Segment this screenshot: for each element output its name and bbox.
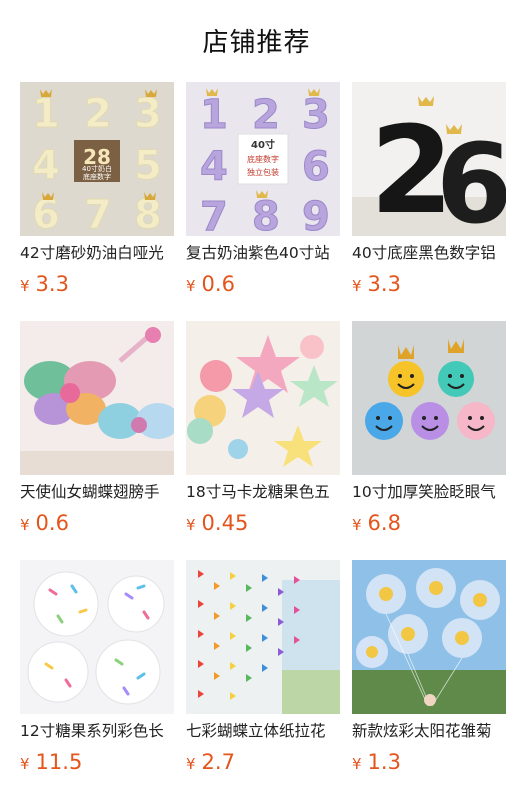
paper-butterfly-garland-icon	[186, 560, 340, 714]
price-value: 6.8	[367, 511, 401, 535]
product-card[interactable]: 12寸糖果系列彩色长 ¥11.5	[20, 560, 174, 774]
product-image[interactable]	[186, 321, 340, 475]
product-card[interactable]: 天使仙女蝴蝶翅膀手 ¥0.6	[20, 321, 174, 535]
daisy-flower-balloons-icon	[352, 560, 506, 714]
product-image[interactable]: 123 4 6 789 40寸 底座数字 独立包装	[186, 82, 340, 236]
confetti-balloons-icon	[20, 560, 174, 714]
product-image[interactable]	[352, 321, 506, 475]
svg-text:7: 7	[200, 194, 228, 236]
svg-text:6: 6	[302, 144, 330, 190]
product-price: ¥1.3	[352, 748, 401, 776]
currency-symbol: ¥	[186, 277, 196, 295]
svg-text:底座数字: 底座数字	[83, 172, 111, 181]
svg-text:6: 6	[436, 120, 506, 236]
product-image[interactable]	[352, 560, 506, 714]
product-card[interactable]: 123 4 6 789 40寸 底座数字 独立包装 复古奶油紫色40寸站 ¥0.6	[186, 82, 340, 296]
product-name[interactable]: 复古奶油紫色40寸站	[186, 242, 340, 264]
product-price: ¥0.6	[20, 509, 69, 537]
svg-text:独立包装: 独立包装	[247, 167, 279, 177]
product-name[interactable]: 18寸马卡龙糖果色五	[186, 481, 340, 503]
currency-symbol: ¥	[352, 516, 362, 534]
product-card[interactable]: 新款炫彩太阳花雏菊 ¥1.3	[352, 560, 506, 774]
product-price: ¥11.5	[20, 748, 82, 776]
price-value: 3.3	[35, 272, 69, 296]
page-title: 店铺推荐	[202, 28, 311, 58]
price-value: 0.6	[35, 511, 69, 535]
price-value: 2.7	[201, 750, 235, 774]
product-price: ¥3.3	[352, 270, 401, 298]
product-price: ¥0.45	[186, 509, 248, 537]
product-image[interactable]	[20, 321, 174, 475]
purple-number-balloons-icon: 123 4 6 789 40寸 底座数字 独立包装	[186, 82, 340, 236]
product-image[interactable]: 2 6	[352, 82, 506, 236]
currency-symbol: ¥	[20, 516, 30, 534]
currency-symbol: ¥	[20, 277, 30, 295]
price-value: 3.3	[367, 272, 401, 296]
cream-number-balloons-icon: 123 45 678 28 40寸奶白 底座数字	[20, 82, 174, 236]
svg-text:9: 9	[302, 194, 330, 236]
product-name[interactable]: 40寸底座黑色数字铝	[352, 242, 506, 264]
product-name[interactable]: 天使仙女蝴蝶翅膀手	[20, 481, 174, 503]
product-card[interactable]: 10寸加厚笑脸眨眼气 ¥6.8	[352, 321, 506, 535]
price-value: 0.45	[201, 511, 249, 535]
product-card[interactable]: 七彩蝴蝶立体纸拉花 ¥2.7	[186, 560, 340, 774]
svg-text:40寸: 40寸	[251, 138, 275, 151]
smiley-face-balloons-icon	[352, 321, 506, 475]
product-price: ¥2.7	[186, 748, 235, 776]
currency-symbol: ¥	[20, 755, 30, 773]
svg-text:2: 2	[84, 91, 112, 137]
product-price: ¥3.3	[20, 270, 69, 298]
svg-text:2: 2	[252, 92, 280, 138]
product-name[interactable]: 七彩蝴蝶立体纸拉花	[186, 720, 340, 742]
product-price: ¥6.8	[352, 509, 401, 537]
svg-text:1: 1	[200, 92, 228, 138]
product-card[interactable]: 2 6 40寸底座黑色数字铝 ¥3.3	[352, 82, 506, 296]
product-card[interactable]: 123 45 678 28 40寸奶白 底座数字 42寸磨砂奶油白哑光 ¥3.3	[20, 82, 174, 296]
currency-symbol: ¥	[352, 755, 362, 773]
price-value: 0.6	[201, 272, 235, 296]
svg-text:3: 3	[302, 92, 330, 138]
svg-text:4: 4	[32, 143, 60, 189]
svg-text:底座数字: 底座数字	[247, 154, 279, 164]
currency-symbol: ¥	[186, 516, 196, 534]
black-number-balloons-icon: 2 6	[352, 82, 506, 236]
price-value: 1.3	[367, 750, 401, 774]
svg-text:8: 8	[252, 194, 280, 236]
product-image[interactable]	[20, 560, 174, 714]
svg-text:7: 7	[84, 192, 112, 236]
svg-text:40寸奶白: 40寸奶白	[82, 164, 112, 173]
product-card[interactable]: 18寸马卡龙糖果色五 ¥0.45	[186, 321, 340, 535]
product-name[interactable]: 10寸加厚笑脸眨眼气	[352, 481, 506, 503]
price-value: 11.5	[35, 750, 83, 774]
svg-text:4: 4	[200, 144, 228, 190]
currency-symbol: ¥	[352, 277, 362, 295]
product-name[interactable]: 12寸糖果系列彩色长	[20, 720, 174, 742]
svg-text:3: 3	[134, 91, 162, 137]
product-image[interactable]: 123 45 678 28 40寸奶白 底座数字	[20, 82, 174, 236]
svg-text:5: 5	[134, 143, 162, 189]
currency-symbol: ¥	[186, 755, 196, 773]
macaron-star-balloons-icon	[186, 321, 340, 475]
product-name[interactable]: 42寸磨砂奶油白哑光	[20, 242, 174, 264]
butterfly-wing-balloons-icon	[20, 321, 174, 475]
product-image[interactable]	[186, 560, 340, 714]
svg-text:1: 1	[32, 91, 60, 137]
product-name[interactable]: 新款炫彩太阳花雏菊	[352, 720, 506, 742]
product-price: ¥0.6	[186, 270, 235, 298]
